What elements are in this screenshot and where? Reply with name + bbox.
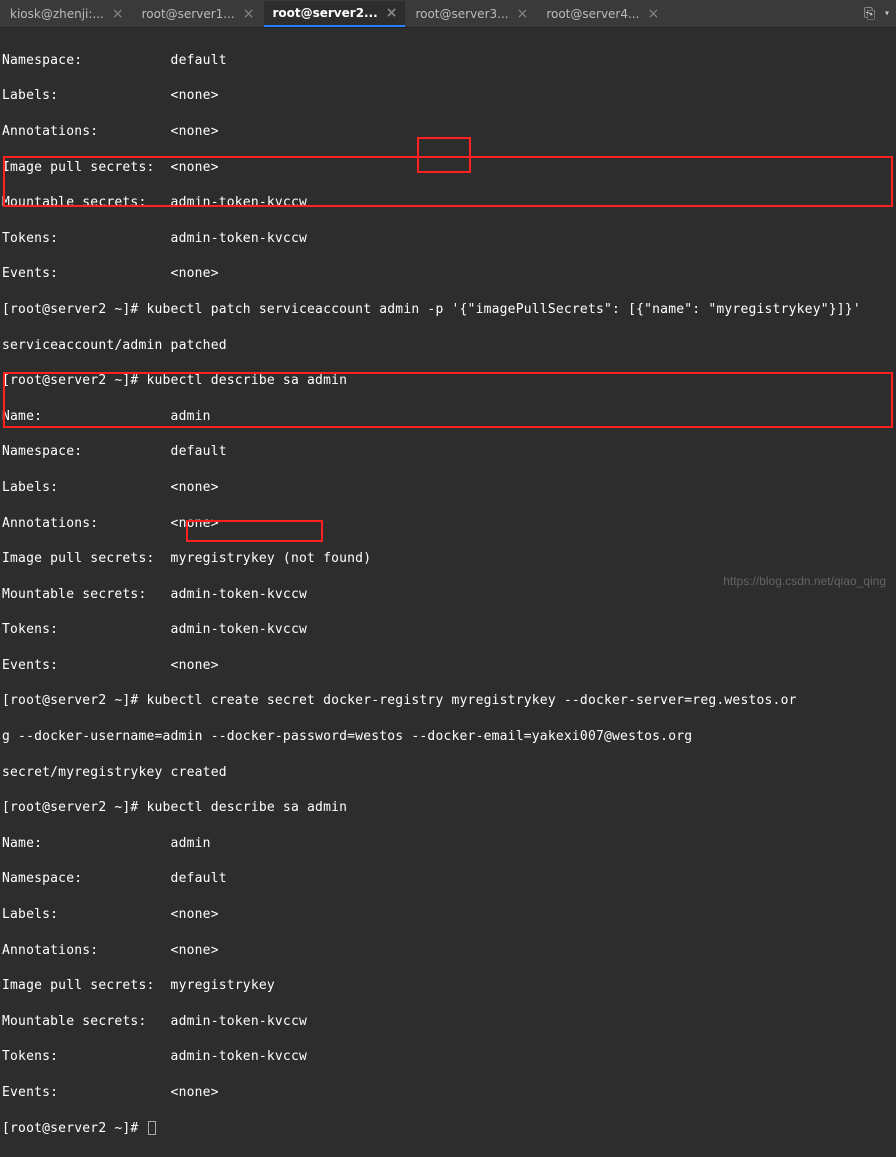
output-line: Tokens: admin-token-kvccw — [2, 621, 894, 639]
output-line: Labels: <none> — [2, 87, 894, 105]
output-line: Events: <none> — [2, 265, 894, 283]
command-line: [root@server2 ~]# kubectl patch servicea… — [2, 301, 894, 319]
tab-kiosk[interactable]: kiosk@zhenji:... × — [2, 1, 132, 27]
new-tab-icon[interactable]: ⎘ — [858, 6, 878, 22]
output-line: Tokens: admin-token-kvccw — [2, 230, 894, 248]
output-line: Labels: <none> — [2, 479, 894, 497]
command-line: [root@server2 ~]# kubectl describe sa ad… — [2, 372, 894, 390]
tab-server2[interactable]: root@server2... × — [264, 1, 405, 27]
prompt-line: [root@server2 ~]# — [2, 1120, 894, 1138]
output-line: Namespace: default — [2, 52, 894, 70]
output-line: Mountable secrets: admin-token-kvccw — [2, 194, 894, 212]
output-line: Annotations: <none> — [2, 515, 894, 533]
close-icon[interactable]: × — [647, 6, 659, 22]
output-line: Image pull secrets: <none> — [2, 159, 894, 177]
command-line: [root@server2 ~]# kubectl describe sa ad… — [2, 799, 894, 817]
output-line: Tokens: admin-token-kvccw — [2, 1048, 894, 1066]
tab-label: root@server2... — [272, 6, 377, 20]
output-line: Events: <none> — [2, 1084, 894, 1102]
output-line: Annotations: <none> — [2, 123, 894, 141]
terminal-output[interactable]: Namespace: default Labels: <none> Annota… — [0, 28, 896, 1157]
tab-bar: kiosk@zhenji:... × root@server1... × roo… — [0, 0, 896, 28]
close-icon[interactable]: × — [386, 5, 398, 21]
output-line: Mountable secrets: admin-token-kvccw — [2, 1013, 894, 1031]
output-line: serviceaccount/admin patched — [2, 337, 894, 355]
tab-label: root@server3... — [415, 7, 508, 21]
close-icon[interactable]: × — [112, 6, 124, 22]
output-line: Name: admin — [2, 408, 894, 426]
output-line: Namespace: default — [2, 870, 894, 888]
output-line: Image pull secrets: myregistrykey — [2, 977, 894, 995]
tab-label: root@server1... — [142, 7, 235, 21]
tab-server3[interactable]: root@server3... × — [407, 1, 536, 27]
output-line: Annotations: <none> — [2, 942, 894, 960]
command-line: [root@server2 ~]# kubectl create secret … — [2, 692, 894, 710]
output-line: Image pull secrets: myregistrykey (not f… — [2, 550, 894, 568]
command-line: g --docker-username=admin --docker-passw… — [2, 728, 894, 746]
tab-server4[interactable]: root@server4... × — [538, 1, 667, 27]
output-line: Namespace: default — [2, 443, 894, 461]
output-line: secret/myregistrykey created — [2, 764, 894, 782]
cursor-icon — [148, 1121, 156, 1135]
tab-label: kiosk@zhenji:... — [10, 7, 104, 21]
chevron-down-icon[interactable]: ▾ — [878, 8, 896, 19]
tab-label: root@server4... — [546, 7, 639, 21]
watermark: https://blog.csdn.net/qiao_qing — [723, 574, 886, 588]
output-line: Mountable secrets: admin-token-kvccw — [2, 586, 894, 604]
close-icon[interactable]: × — [517, 6, 529, 22]
close-icon[interactable]: × — [243, 6, 255, 22]
output-line: Labels: <none> — [2, 906, 894, 924]
output-line: Events: <none> — [2, 657, 894, 675]
output-line: Name: admin — [2, 835, 894, 853]
tab-server1[interactable]: root@server1... × — [134, 1, 263, 27]
